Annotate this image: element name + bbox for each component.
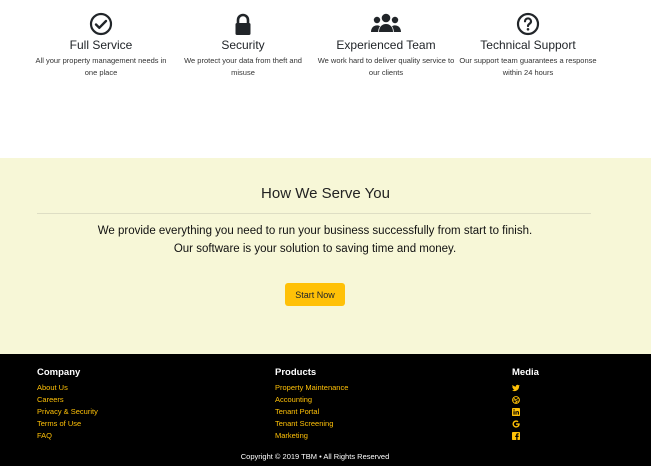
footer-link-about-us[interactable]: About Us xyxy=(37,382,98,394)
feature-description: We protect your data from theft and misu… xyxy=(184,56,302,77)
serve-line-2: Our software is your solution to saving … xyxy=(173,243,457,255)
serve-line-1: We provide everything you need to run yo… xyxy=(97,225,533,237)
features-section: Full Service All your property managemen… xyxy=(0,0,651,158)
footer-link-faq[interactable]: FAQ xyxy=(37,430,98,442)
footer: Company About Us Careers Privacy & Secur… xyxy=(0,354,651,466)
feature-title: Experienced Team xyxy=(336,38,436,52)
feature-description: We work hard to deliver quality service … xyxy=(317,56,455,77)
footer-link-careers[interactable]: Careers xyxy=(37,394,98,406)
serve-section: How We Serve You We provide everything y… xyxy=(0,158,651,354)
footer-link-tenant-screening[interactable]: Tenant Screening xyxy=(275,418,348,430)
feature-description: Our support team guarantees a response w… xyxy=(459,56,597,77)
footer-link-accounting[interactable]: Accounting xyxy=(275,394,348,406)
feature-technical-support: Technical Support Our support team guara… xyxy=(457,12,599,78)
footer-company-column: Company About Us Careers Privacy & Secur… xyxy=(37,367,98,442)
footer-link-marketing[interactable]: Marketing xyxy=(275,430,348,442)
footer-heading: Media xyxy=(512,367,539,378)
question-circle-icon xyxy=(457,12,599,36)
users-icon xyxy=(315,12,457,36)
footer-link-property-maintenance[interactable]: Property Maintenance xyxy=(275,382,348,394)
feature-description: All your property management needs in on… xyxy=(35,56,167,77)
feature-title: Security xyxy=(221,38,265,52)
twitter-icon[interactable] xyxy=(512,382,539,394)
feature-full-service: Full Service All your property managemen… xyxy=(30,12,172,78)
footer-link-tenant-portal[interactable]: Tenant Portal xyxy=(275,406,348,418)
check-circle-icon xyxy=(30,12,172,36)
facebook-icon[interactable] xyxy=(512,430,539,442)
feature-experienced-team: Experienced Team We work hard to deliver… xyxy=(315,12,457,78)
copyright-text: Copyright © 2019 TBM • All Rights Reserv… xyxy=(240,452,390,461)
feature-title: Technical Support xyxy=(480,38,576,52)
footer-heading: Products xyxy=(275,367,317,378)
dribbble-icon[interactable] xyxy=(512,394,539,406)
feature-security: Security We protect your data from theft… xyxy=(172,12,314,78)
footer-products-column: Products Property Maintenance Accounting… xyxy=(275,367,348,442)
serve-description: We provide everything you need to run yo… xyxy=(0,222,630,258)
footer-link-privacy-security[interactable]: Privacy & Security xyxy=(37,406,98,418)
start-now-button[interactable]: Start Now xyxy=(285,283,345,306)
footer-link-terms-of-use[interactable]: Terms of Use xyxy=(37,418,98,430)
lock-icon xyxy=(172,12,314,36)
feature-title: Full Service xyxy=(69,38,133,52)
google-icon[interactable] xyxy=(512,418,539,430)
section-title: How We Serve You xyxy=(261,185,390,202)
footer-media-column: Media xyxy=(512,367,539,442)
footer-heading: Company xyxy=(37,367,81,378)
linkedin-icon[interactable] xyxy=(512,406,539,418)
divider xyxy=(37,213,591,214)
